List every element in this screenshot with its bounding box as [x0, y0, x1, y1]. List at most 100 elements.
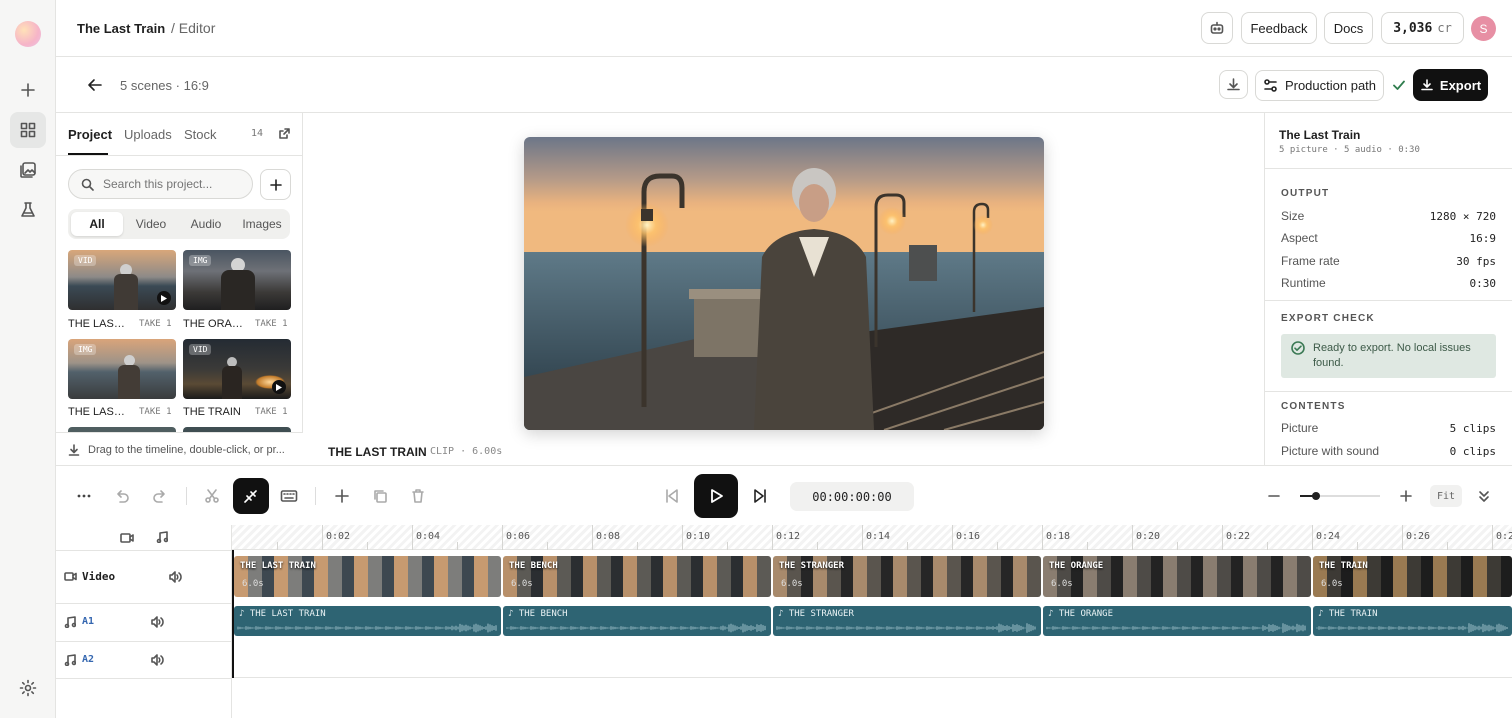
- redo-icon[interactable]: [145, 481, 175, 511]
- ruler-label: 0:02: [322, 525, 350, 550]
- avatar[interactable]: S: [1471, 16, 1496, 41]
- project-title[interactable]: The Last Train: [77, 21, 165, 36]
- media-type-badge: VID: [189, 344, 212, 355]
- play-icon: [272, 380, 286, 394]
- media-thumb-2[interactable]: IMG: [183, 250, 291, 310]
- a2-track-lane[interactable]: [232, 640, 1512, 678]
- zoom-in-icon[interactable]: [1391, 481, 1421, 511]
- search-input[interactable]: [103, 177, 243, 191]
- ruler-tick: [637, 542, 638, 550]
- back-arrow-icon[interactable]: [86, 76, 104, 94]
- audio-clip[interactable]: ♪ THE BENCH: [503, 606, 771, 636]
- zoom-slider-track[interactable]: [1300, 492, 1380, 500]
- video-clip[interactable]: THE BENCH 6.0s: [503, 556, 771, 597]
- lab-flask-icon[interactable]: [10, 192, 46, 228]
- clip-duration: 6.0s: [1321, 579, 1343, 589]
- figure-body: [118, 365, 140, 399]
- track-header-a2[interactable]: A2: [56, 641, 232, 679]
- video-clip[interactable]: THE TRAIN 6.0s: [1313, 556, 1512, 597]
- ruler-label: 0:14: [862, 525, 890, 550]
- skip-back-icon[interactable]: [657, 481, 687, 511]
- magnet-snap-toggle[interactable]: [233, 478, 269, 514]
- tab-uploads[interactable]: Uploads: [124, 127, 172, 142]
- zoom-fit-button[interactable]: Fit: [1430, 485, 1462, 507]
- speaker-icon[interactable]: [150, 654, 164, 666]
- video-clip[interactable]: THE STRANGER 6.0s: [773, 556, 1041, 597]
- filter-audio[interactable]: Audio: [180, 212, 232, 236]
- feedback-button[interactable]: Feedback: [1241, 12, 1317, 44]
- audio-clip-title: ♪ THE TRAIN: [1318, 609, 1378, 619]
- speaker-icon[interactable]: [150, 616, 164, 628]
- video-clip[interactable]: THE LAST TRAIN 6.0s: [234, 556, 501, 597]
- more-menu-icon[interactable]: [69, 481, 99, 511]
- video-preview[interactable]: [524, 137, 1044, 430]
- playhead[interactable]: [232, 550, 234, 678]
- output-value: 1280 × 720: [1429, 210, 1496, 223]
- zoom-slider-thumb[interactable]: [1312, 492, 1320, 500]
- filter-video[interactable]: Video: [126, 212, 176, 236]
- clip-duration: 6.0s: [511, 579, 533, 589]
- credits-button[interactable]: 3,036 cr: [1381, 12, 1464, 44]
- search-field[interactable]: [68, 169, 253, 199]
- output-key: Size: [1281, 209, 1305, 223]
- audio-clip-title: ♪ THE BENCH: [508, 609, 568, 619]
- scissors-icon[interactable]: [197, 481, 227, 511]
- duplicate-icon[interactable]: [365, 481, 395, 511]
- media-thumb-3[interactable]: IMG: [68, 339, 176, 399]
- plus-icon: [269, 178, 282, 191]
- new-plus-icon[interactable]: [10, 72, 46, 108]
- ruler-tick: [1447, 542, 1448, 550]
- audio-waveform: [237, 623, 497, 633]
- clip-title: THE ORANGE: [1049, 561, 1104, 571]
- timeline-ruler[interactable]: 0:02 0:04 0:06 0:08 0:10 0:12 0:14 0:16 0:18 0:20…: [232, 525, 1512, 550]
- play-button[interactable]: [694, 474, 738, 518]
- audio-clip-title: ♪ THE STRANGER: [778, 609, 854, 619]
- filter-all[interactable]: All: [71, 212, 123, 236]
- skip-forward-icon[interactable]: [745, 481, 775, 511]
- clip-title: THE STRANGER: [779, 561, 845, 571]
- speaker-icon[interactable]: [168, 571, 182, 583]
- tab-project[interactable]: Project: [68, 127, 112, 142]
- output-key: Aspect: [1281, 231, 1318, 245]
- ruler-label: 0:26: [1402, 525, 1430, 550]
- collapse-chevron-icon[interactable]: [1469, 481, 1499, 511]
- add-plus-icon[interactable]: [327, 481, 357, 511]
- media-type-badge: IMG: [189, 255, 212, 266]
- undo-icon[interactable]: [107, 481, 137, 511]
- zoom-out-icon[interactable]: [1259, 481, 1289, 511]
- preview-clip-meta: CLIP · 6.00s: [430, 446, 503, 457]
- export-button[interactable]: Export: [1413, 69, 1488, 101]
- keyboard-icon[interactable]: [274, 481, 304, 511]
- production-path-button[interactable]: Production path: [1255, 70, 1384, 101]
- robot-assistant-button[interactable]: [1201, 12, 1233, 44]
- ruler-label: 0:22: [1222, 525, 1250, 550]
- ruler-label: 0:08: [592, 525, 620, 550]
- download-button[interactable]: [1219, 70, 1248, 99]
- delete-trash-icon[interactable]: [403, 481, 433, 511]
- settings-gear-icon[interactable]: [10, 670, 46, 706]
- ruler-label: 0:06: [502, 525, 530, 550]
- audio-clip[interactable]: ♪ THE ORANGE: [1043, 606, 1311, 636]
- credits-unit: cr: [1437, 21, 1452, 35]
- grid-icon[interactable]: [10, 112, 46, 148]
- audio-clip[interactable]: ♪ THE TRAIN: [1313, 606, 1512, 636]
- filter-images[interactable]: Images: [236, 212, 288, 236]
- preview-frame-image: [524, 137, 1044, 430]
- audio-clip[interactable]: ♪ THE LAST TRAIN: [234, 606, 501, 636]
- track-header-a1[interactable]: A1: [56, 603, 232, 641]
- top-bar: The Last Train / Editor Feedback Docs 3,…: [56, 0, 1512, 57]
- audio-clip[interactable]: ♪ THE STRANGER: [773, 606, 1041, 636]
- media-name: THE LAST TRAIN: [68, 406, 130, 418]
- inspector-subtitle: 5 picture · 5 audio · 0:30: [1279, 145, 1420, 155]
- add-media-button[interactable]: [260, 169, 291, 200]
- timecode-display[interactable]: 00:00:00:00: [790, 482, 914, 511]
- media-thumb-1[interactable]: VID: [68, 250, 176, 310]
- tab-stock[interactable]: Stock: [184, 127, 217, 142]
- track-header-video[interactable]: Video: [56, 550, 232, 603]
- media-thumb-4[interactable]: VID: [183, 339, 291, 399]
- gallery-icon[interactable]: [10, 152, 46, 188]
- docs-button[interactable]: Docs: [1324, 12, 1373, 44]
- external-link-icon[interactable]: [278, 127, 291, 140]
- app-logo[interactable]: [15, 21, 41, 47]
- video-clip[interactable]: THE ORANGE 6.0s: [1043, 556, 1311, 597]
